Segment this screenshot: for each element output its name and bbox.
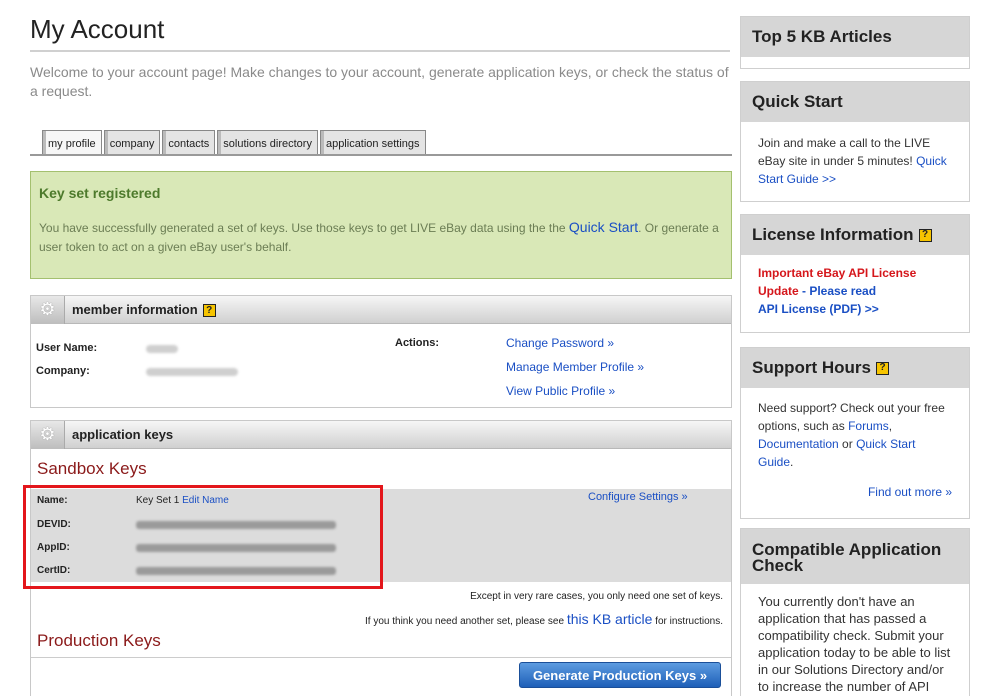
compatibility-text: You currently don't have an application … [758,594,951,694]
welcome-text: Welcome to your account page! Make chang… [30,64,729,99]
quick-start-link[interactable]: Quick Start [569,219,638,235]
help-icon[interactable]: ? [202,304,216,318]
member-information-panel: ⚙ member information? User Name: Company… [30,295,732,408]
tab-solutions-directory[interactable]: solutions directory [217,130,318,155]
member-panel-title: member information? [72,301,216,318]
tab-my-profile[interactable]: my profile [42,130,102,155]
help-icon[interactable]: ? [876,361,889,375]
please-read-link[interactable]: Please read [809,284,876,298]
find-out-more-row: Find out more » [758,483,952,501]
api-license-pdf-link[interactable]: API License (PDF) >> [758,302,879,316]
generate-production-keys-button[interactable]: Generate Production Keys » [519,662,721,688]
main-content: My Account Welcome to your account page!… [23,0,732,696]
support-sep: , [888,419,893,433]
license-dash: - [798,284,810,298]
tab-application-settings[interactable]: application settings [319,130,426,155]
support-title: Support Hours [752,358,871,377]
kb-note-after: for instructions. [652,616,723,627]
company-value [146,368,238,376]
help-icon[interactable]: ? [918,228,932,242]
kb-note: If you think you need another set, pleas… [365,611,723,627]
keys-note: Except in very rare cases, you only need… [470,591,723,602]
alert-text: You have successfully generated a set of… [39,218,723,257]
member-panel-header: ⚙ member information? [31,295,731,324]
quick-start-box: Quick Start Join and make a call to the … [740,81,970,202]
user-name-label: User Name: [36,342,98,354]
license-body: Important eBay API License Update - Plea… [741,255,969,330]
sandbox-keys-title: Sandbox Keys [37,459,147,478]
top5-title: Top 5 KB Articles [741,17,969,57]
kb-note-before: If you think you need another set, pleas… [365,616,567,627]
license-title: License Information [752,225,914,244]
compatibility-title: Compatible Application Check [741,529,969,584]
tab-contacts[interactable]: contacts [162,130,216,155]
license-header: License Information? [741,215,969,255]
quick-start-title: Quick Start [741,82,969,122]
production-keys-title: Production Keys [37,631,161,650]
manage-member-profile-link[interactable]: Manage Member Profile » [506,360,644,374]
license-box: License Information? Important eBay API … [740,214,970,333]
highlight-box [23,485,383,589]
support-or: or [838,437,857,451]
alert-title: Key set registered [39,185,161,201]
member-panel-title-text: member information [72,301,198,317]
production-divider [31,657,731,658]
support-body: Need support? Check out your free option… [741,388,969,513]
documentation-link[interactable]: Documentation [758,437,839,451]
support-hours-box: Support Hours? Need support? Check out y… [740,347,970,519]
view-public-profile-link[interactable]: View Public Profile » [506,384,615,398]
forums-link[interactable]: Forums [848,419,889,433]
tab-company[interactable]: company [103,130,161,155]
top5-box: Top 5 KB Articles [740,16,970,69]
change-password-link[interactable]: Change Password » [506,336,614,350]
tabs-divider [30,154,732,156]
success-alert: Key set registered You have successfully… [30,171,732,279]
support-period: . [790,455,794,469]
quick-start-body: Join and make a call to the LIVE eBay si… [741,122,969,200]
account-tabs: my profile company contacts solutions di… [42,130,426,155]
page-title: My Account [30,14,165,44]
find-out-more-link[interactable]: Find out more » [868,485,952,499]
gear-icon: ⚙ [31,295,65,324]
kb-article-link[interactable]: this KB article [567,611,653,627]
appkeys-panel-header: ⚙ application keys [31,420,731,449]
application-keys-panel: ⚙ application keys Sandbox Keys Name: Ke… [23,420,732,696]
user-name-value [146,345,178,353]
company-label: Company: [36,365,90,377]
compatibility-box: Compatible Application Check You current… [740,528,970,696]
appkeys-panel-title: application keys [72,427,174,442]
actions-label: Actions: [395,337,439,349]
gear-icon: ⚙ [31,420,65,449]
title-divider [30,50,730,52]
configure-settings-link[interactable]: Configure Settings » [588,491,688,503]
support-header: Support Hours? [741,348,969,388]
alert-text-before: You have successfully generated a set of… [39,221,569,235]
quick-start-text: Join and make a call to the LIVE eBay si… [758,136,931,168]
